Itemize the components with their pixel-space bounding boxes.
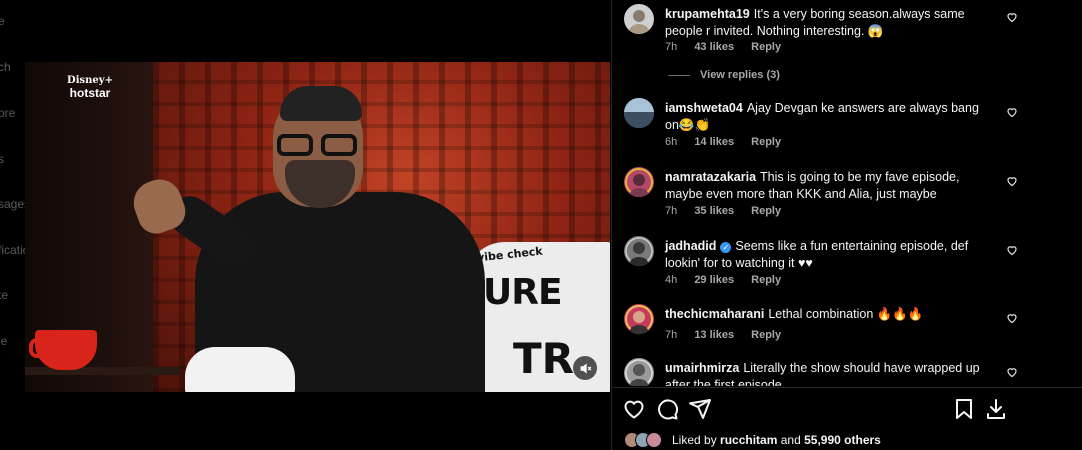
post-panel: krupamehta19 It's a very boring season.al… <box>611 0 1082 450</box>
comment-username[interactable]: krupamehta19 <box>665 7 750 21</box>
avatar[interactable] <box>624 98 654 128</box>
comment-meta: 7h 35 likes Reply <box>665 205 795 217</box>
comment-item: namratazakaria This is going to be my fav… <box>624 167 1024 217</box>
avatar[interactable] <box>624 4 654 34</box>
divider <box>612 387 1082 388</box>
avatar <box>646 432 662 448</box>
heart-icon[interactable] <box>622 397 646 421</box>
comment-likes[interactable]: 13 likes <box>694 329 734 341</box>
sidebar-item[interactable]: e <box>0 14 5 28</box>
likes-summary: Liked by rucchitam and 55,990 others <box>624 432 1064 450</box>
post-actions <box>612 395 1082 423</box>
comment-text-block: jadhadid ✓ Seems like a fun entertaining e… <box>665 238 990 272</box>
sneaker <box>185 347 295 392</box>
comment-time: 7h <box>665 41 678 53</box>
likes-text: Liked by rucchitam and 55,990 others <box>672 433 881 447</box>
likes-user[interactable]: rucchitam <box>720 433 777 447</box>
comment-username[interactable]: thechicmaharani <box>665 307 764 321</box>
brand-line1: Disney+ <box>67 75 113 86</box>
download-icon[interactable] <box>984 397 1008 421</box>
comment-meta: 7h 43 likes Reply <box>665 41 795 53</box>
likes-prefix: Liked by <box>672 433 717 447</box>
view-replies-label: View replies (3) <box>700 69 780 81</box>
person-hair <box>280 86 362 121</box>
heart-icon[interactable] <box>1006 312 1018 324</box>
comment-username[interactable]: jadhadid <box>665 239 716 253</box>
comment-time: 4h <box>665 274 678 286</box>
comment-likes[interactable]: 29 likes <box>694 274 734 286</box>
brand-line2: hotstar <box>69 85 111 100</box>
sidebar-item-reels[interactable]: s <box>0 152 4 166</box>
heart-icon[interactable] <box>1006 106 1018 118</box>
reply-button[interactable]: Reply <box>751 41 781 53</box>
sidebar-item-search[interactable]: ch <box>0 60 11 74</box>
sofa-text: TR <box>513 334 574 383</box>
side-table <box>25 367 180 375</box>
comment-time: 7h <box>665 329 678 341</box>
comment-text-block: umairhmirza Literally the show should hav… <box>665 360 990 386</box>
comment-text-block: namratazakaria This is going to be my fav… <box>665 169 990 203</box>
comment-item: thechicmaharani Lethal combination 🔥🔥🔥 7h… <box>624 304 1024 344</box>
reply-button[interactable]: Reply <box>751 136 781 148</box>
reply-button[interactable]: Reply <box>751 329 781 341</box>
avatar[interactable] <box>624 358 654 386</box>
comment-text-block: iamshweta04 Ajay Devgan ke answers are al… <box>665 100 990 134</box>
comment-item: iamshweta04 Ajay Devgan ke answers are al… <box>624 98 1024 148</box>
sidebar-item-profile[interactable]: le <box>0 334 7 348</box>
comment-username[interactable]: iamshweta04 <box>665 101 743 115</box>
avatar[interactable] <box>624 167 654 197</box>
comment-item: krupamehta19 It's a very boring season.al… <box>624 4 1024 74</box>
bookmark-icon[interactable] <box>952 397 976 421</box>
reply-button[interactable]: Reply <box>751 205 781 217</box>
sidebar-item-create[interactable]: te <box>0 288 8 302</box>
comment-username[interactable]: namratazakaria <box>665 170 756 184</box>
avatar[interactable] <box>624 236 654 266</box>
comment-meta: 7h 13 likes Reply <box>665 329 795 341</box>
view-replies-button[interactable]: View replies (3) <box>668 69 780 81</box>
comment-likes[interactable]: 14 likes <box>694 136 734 148</box>
disney-hotstar-logo: Disney+ hotstar <box>55 75 125 100</box>
reply-line <box>668 74 690 76</box>
likes-others[interactable]: 55,990 others <box>804 433 881 447</box>
comment-text-block: krupamehta19 It's a very boring season.al… <box>665 6 990 40</box>
comment-text-block: thechicmaharani Lethal combination 🔥🔥🔥 <box>665 306 990 323</box>
speaker-muted-icon[interactable] <box>573 356 597 380</box>
heart-icon[interactable] <box>1006 244 1018 256</box>
comment-icon[interactable] <box>655 397 679 421</box>
comment-item: umairhmirza Literally the show should hav… <box>624 358 1024 386</box>
comment-meta: 4h 29 likes Reply <box>665 274 795 286</box>
heart-icon[interactable] <box>1006 11 1018 23</box>
sidebar-item-explore[interactable]: ore <box>0 106 15 120</box>
likes-and: and <box>780 433 801 447</box>
comment-item: jadhadid ✓ Seems like a fun entertaining e… <box>624 236 1024 286</box>
comment-username[interactable]: umairhmirza <box>665 361 739 375</box>
comment-likes[interactable]: 43 likes <box>694 41 734 53</box>
comments-list[interactable]: krupamehta19 It's a very boring season.al… <box>612 0 1082 386</box>
sofa-text: URE <box>483 272 563 313</box>
comment-time: 6h <box>665 136 678 148</box>
send-icon[interactable] <box>688 397 712 421</box>
reply-button[interactable]: Reply <box>751 274 781 286</box>
post-video[interactable]: vibe check URE TR Disney+ hotstar <box>25 62 610 392</box>
comment-time: 7h <box>665 205 678 217</box>
heart-icon[interactable] <box>1006 175 1018 187</box>
comment-text: Lethal combination 🔥🔥🔥 <box>768 307 924 321</box>
person-glasses <box>277 134 361 156</box>
comment-likes[interactable]: 35 likes <box>694 205 734 217</box>
heart-icon[interactable] <box>1006 366 1018 378</box>
comment-meta: 6h 14 likes Reply <box>665 136 795 148</box>
avatar[interactable] <box>624 304 654 334</box>
verified-badge-icon: ✓ <box>720 242 732 253</box>
